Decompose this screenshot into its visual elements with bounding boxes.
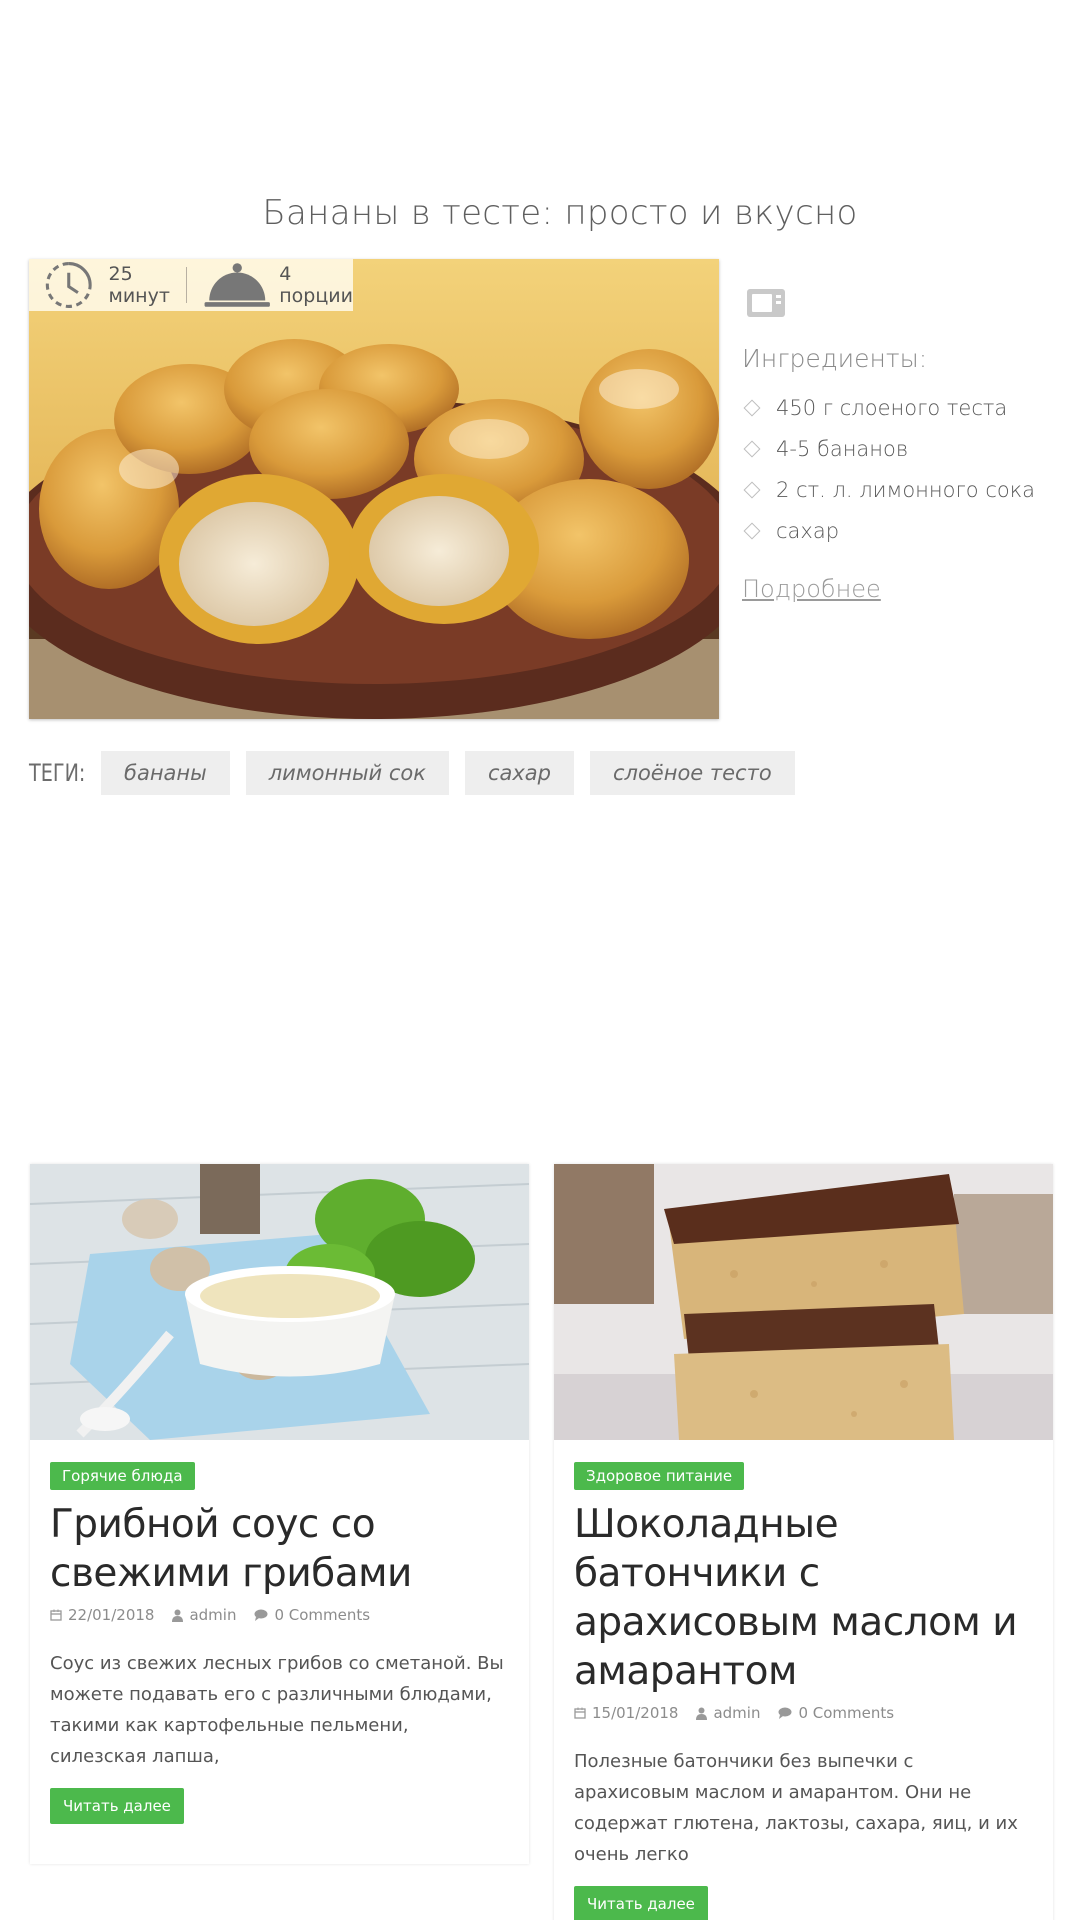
ingredient-item: 450 г слоеного теста	[742, 387, 1062, 428]
post-comments[interactable]: 0 Comments	[778, 1704, 894, 1722]
calendar-icon	[50, 1609, 62, 1621]
post-meta: 15/01/2018 admin 0 Comments	[574, 1704, 1033, 1722]
ingredient-item: сахар	[742, 510, 1062, 551]
tag-bananas[interactable]: бананы	[101, 751, 230, 795]
servings-value: 4 порции	[279, 263, 353, 307]
recipe-meta: 25 минут 4 порции	[29, 259, 353, 311]
read-more-button[interactable]: Читать далее	[574, 1886, 708, 1920]
comment-icon	[778, 1707, 792, 1719]
tag-puff-pastry[interactable]: слоёное тесто	[589, 751, 795, 795]
post-body: Горячие блюда Грибной соус со свежими гр…	[30, 1440, 529, 1824]
recipe-photo[interactable]: 25 минут 4 порции	[29, 259, 719, 719]
ingredient-text: 4-5 бананов	[776, 436, 909, 461]
ingredient-text: сахар	[776, 518, 840, 543]
post-author-text: admin	[189, 1606, 237, 1624]
cooking-time: 25 минут	[37, 259, 170, 311]
diamond-bullet-icon	[743, 440, 761, 457]
diamond-bullet-icon	[743, 399, 761, 416]
read-more-button[interactable]: Читать далее	[50, 1788, 184, 1824]
post-image[interactable]	[30, 1164, 529, 1440]
ingredients-panel: Ингредиенты: 450 г слоеного теста 4-5 ба…	[742, 288, 1062, 603]
ingredient-text: 2 ст. л. лимонного сока	[776, 477, 1036, 502]
mushroom-sauce-image	[30, 1164, 529, 1440]
post-comments-text: 0 Comments	[798, 1704, 895, 1722]
post-excerpt: Соус из свежих лесных грибов со сметаной…	[50, 1653, 504, 1767]
diamond-bullet-icon	[743, 481, 761, 498]
tag-lemon-juice[interactable]: лимонный сок	[245, 751, 449, 795]
ingredient-item: 4-5 бананов	[742, 428, 1062, 469]
microwave-icon	[747, 289, 785, 317]
post-meta: 22/01/2018 admin 0 Comments	[50, 1606, 509, 1624]
ingredient-item: 2 ст. л. лимонного сока	[742, 469, 1062, 510]
post-date[interactable]: 15/01/2018	[574, 1704, 678, 1722]
post-comments-text: 0 Comments	[274, 1606, 371, 1624]
post-author[interactable]: admin	[696, 1704, 760, 1722]
category-badge[interactable]: Горячие блюда	[50, 1462, 195, 1490]
ingredients-list: 450 г слоеного теста 4-5 бананов 2 ст. л…	[742, 387, 1062, 551]
calendar-icon	[574, 1707, 586, 1719]
comment-icon	[254, 1609, 268, 1621]
ingredient-text: 450 г слоеного теста	[776, 395, 1008, 420]
clock-icon	[45, 262, 92, 308]
cooking-time-value: 25 минут	[108, 263, 170, 307]
cloche-icon	[204, 263, 270, 307]
servings: 4 порции	[203, 259, 353, 311]
post-image[interactable]	[554, 1164, 1053, 1440]
tag-sugar[interactable]: сахар	[464, 751, 574, 795]
post-excerpt: Полезные батончики без выпечки с арахисо…	[574, 1751, 1018, 1865]
post-author[interactable]: admin	[172, 1606, 236, 1624]
post-author-text: admin	[713, 1704, 761, 1722]
tags-label: ТЕГИ:	[29, 759, 86, 787]
post-comments[interactable]: 0 Comments	[254, 1606, 370, 1624]
category-badge[interactable]: Здоровое питание	[574, 1462, 745, 1490]
meta-divider	[185, 267, 187, 303]
post-date[interactable]: 22/01/2018	[50, 1606, 154, 1624]
fried-bananas-image	[29, 259, 719, 719]
tags-row: ТЕГИ: бананы лимонный сок сахар слоёное …	[29, 751, 811, 795]
user-icon	[696, 1707, 708, 1720]
ingredients-heading: Ингредиенты:	[742, 344, 928, 373]
more-link[interactable]: Подробнее	[742, 575, 881, 603]
post-title[interactable]: Грибной соус со свежими грибами	[50, 1500, 509, 1598]
diamond-bullet-icon	[743, 522, 761, 539]
user-icon	[172, 1609, 184, 1622]
post-title[interactable]: Шоколадные батончики с арахисовым маслом…	[574, 1500, 1033, 1696]
recipe-title: Бананы в тесте: просто и вкусно	[262, 193, 858, 233]
post-date-text: 15/01/2018	[592, 1704, 679, 1722]
post-date-text: 22/01/2018	[68, 1606, 155, 1624]
post-card: Здоровое питание Шоколадные батончики с …	[554, 1164, 1053, 1920]
chocolate-bars-image	[554, 1164, 1053, 1440]
post-card: Горячие блюда Грибной соус со свежими гр…	[30, 1164, 529, 1864]
post-body: Здоровое питание Шоколадные батончики с …	[554, 1440, 1053, 1920]
